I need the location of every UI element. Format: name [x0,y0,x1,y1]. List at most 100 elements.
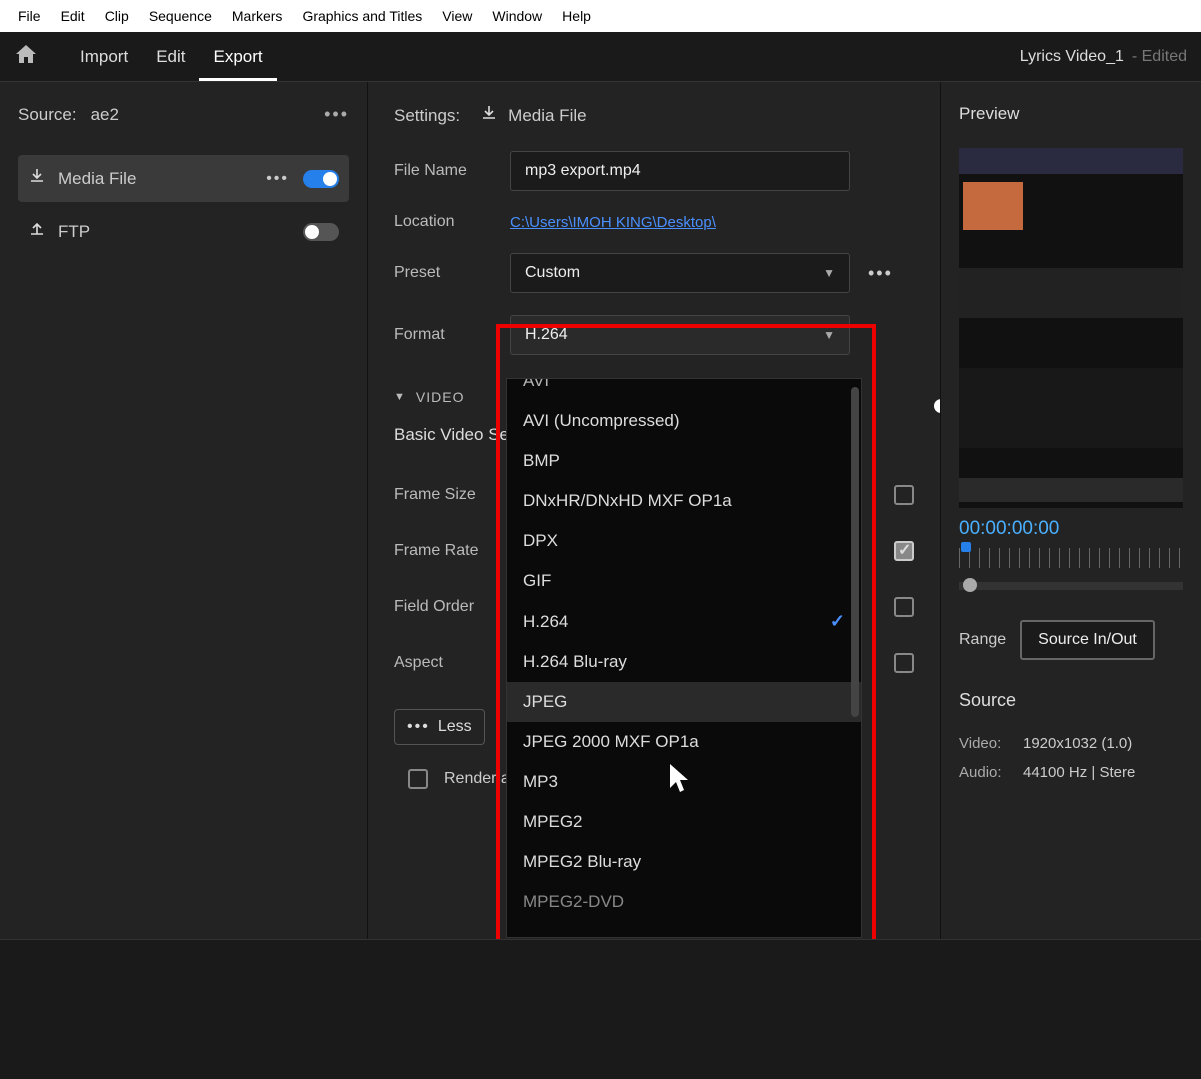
preset-value: Custom [525,264,580,282]
preview-label: Preview [959,104,1183,124]
source-video-label: Video: [959,735,1015,752]
destination-label: FTP [58,222,90,242]
format-option-avi-uncompressed-[interactable]: AVI (Uncompressed) [507,401,861,441]
format-option-jpeg-2000-mxf-op1a[interactable]: JPEG 2000 MXF OP1a [507,722,861,762]
timeline-scrubber[interactable] [959,582,1183,590]
format-option-label: MPEG2 [523,812,583,832]
source-audio-value: 44100 Hz | Stere [1023,764,1135,781]
menu-file[interactable]: File [8,4,51,28]
render-max-checkbox[interactable] [408,769,428,789]
setting-label: Frame Size [394,486,514,504]
format-option-bmp[interactable]: BMP [507,441,861,481]
scrollbar[interactable] [851,387,859,717]
format-label: Format [394,326,510,344]
format-option-avi[interactable]: AVI [507,379,861,401]
menu-markers[interactable]: Markers [222,4,293,28]
format-value: H.264 [525,326,568,344]
destination-more-icon[interactable]: ••• [266,170,289,188]
format-option-label: BMP [523,451,560,471]
format-option-label: JPEG 2000 MXF OP1a [523,732,699,752]
menu-window[interactable]: Window [482,4,552,28]
timecode: 00:00:00:00 [959,518,1183,540]
source-label: Source: [18,105,77,125]
menu-graphics[interactable]: Graphics and Titles [292,4,432,28]
home-icon[interactable] [14,43,38,71]
settings-target: Media File [508,106,586,126]
format-option-label: AVI [523,379,549,391]
setting-label: Field Order [394,598,514,616]
source-more-icon[interactable]: ••• [324,104,349,125]
menu-edit[interactable]: Edit [51,4,95,28]
tab-import[interactable]: Import [66,39,142,75]
sources-panel: Source: ae2 ••• Media File ••• FTP [0,82,368,939]
format-option-label: DPX [523,531,558,551]
format-option-dpx[interactable]: DPX [507,521,861,561]
format-option-label: AVI (Uncompressed) [523,411,680,431]
setting-label: Frame Rate [394,542,514,560]
menubar: File Edit Clip Sequence Markers Graphics… [0,0,1201,32]
format-dropdown[interactable]: AVI AVI (Uncompressed) BMP DNxHR/DNxHD MXF … [506,378,862,938]
chevron-down-icon: ▼ [823,328,835,342]
format-option-label: DNxHR/DNxHD MXF OP1a [523,491,732,511]
filename-label: File Name [394,162,510,180]
destination-media-file[interactable]: Media File ••• [18,155,349,202]
preset-select[interactable]: Custom ▼ [510,253,850,293]
preset-more-icon[interactable]: ••• [868,263,893,284]
video-section-label: VIDEO [416,389,465,405]
source-name: ae2 [91,105,119,125]
destination-media-toggle[interactable] [303,170,339,188]
range-select[interactable]: Source In/Out [1020,620,1155,660]
settings-label: Settings: [394,106,460,126]
less-label: Less [438,718,472,736]
destination-ftp[interactable]: FTP [18,208,349,255]
chevron-down-icon[interactable]: ▼ [394,391,406,403]
format-option-label: H.264 [523,612,568,632]
format-option-h-264[interactable]: H.264✓ [507,601,861,642]
menu-view[interactable]: View [432,4,482,28]
format-option-mpeg2-dvd[interactable]: MPEG2-DVD [507,882,861,922]
preset-label: Preset [394,264,510,282]
footer [0,939,1201,1079]
location-link[interactable]: C:\Users\IMOH KING\Desktop\ [510,214,716,231]
preview-thumbnail [959,148,1183,508]
source-info-head: Source [959,690,1183,711]
project-name: Lyrics Video_1 [1020,48,1124,66]
menu-sequence[interactable]: Sequence [139,4,222,28]
format-option-label: MPEG2 Blu-ray [523,852,641,872]
tab-export[interactable]: Export [199,39,276,75]
format-option-label: JPEG [523,692,567,712]
filename-input[interactable] [510,151,850,191]
more-dots-icon: ••• [407,718,430,736]
source-video-value: 1920x1032 (1.0) [1023,735,1132,752]
format-option-mpeg2[interactable]: MPEG2 [507,802,861,842]
format-option-mpeg2-blu-ray[interactable]: MPEG2 Blu-ray [507,842,861,882]
format-option-label: MP3 [523,772,558,792]
setting-checkbox[interactable] [894,541,914,561]
upload-icon [28,220,46,243]
project-status: - Edited [1132,48,1187,66]
destination-label: Media File [58,169,136,189]
setting-checkbox[interactable] [894,653,914,673]
preview-panel: Preview 00:00:00:00 Range Source In/Out … [941,82,1201,939]
menu-clip[interactable]: Clip [95,4,139,28]
format-option-dnxhr-dnxhd-mxf-op1a[interactable]: DNxHR/DNxHD MXF OP1a [507,481,861,521]
less-button[interactable]: ••• Less [394,709,485,745]
format-option-jpeg[interactable]: JPEG [507,682,861,722]
format-option-h-264-blu-ray[interactable]: H.264 Blu-ray [507,642,861,682]
destination-ftp-toggle[interactable] [303,223,339,241]
setting-checkbox[interactable] [894,485,914,505]
format-option-label: GIF [523,571,551,591]
header: Import Edit Export Lyrics Video_1 - Edit… [0,32,1201,82]
timeline-ruler[interactable] [959,548,1183,568]
format-option-label: MPEG2-DVD [523,892,624,912]
location-label: Location [394,213,510,231]
tab-edit[interactable]: Edit [142,39,199,75]
format-select[interactable]: H.264 ▼ [510,315,850,355]
format-option-mp3[interactable]: MP3 [507,762,861,802]
menu-help[interactable]: Help [552,4,601,28]
download-icon [28,167,46,190]
range-label: Range [959,631,1006,649]
format-option-gif[interactable]: GIF [507,561,861,601]
setting-checkbox[interactable] [894,597,914,617]
setting-label: Aspect [394,654,514,672]
